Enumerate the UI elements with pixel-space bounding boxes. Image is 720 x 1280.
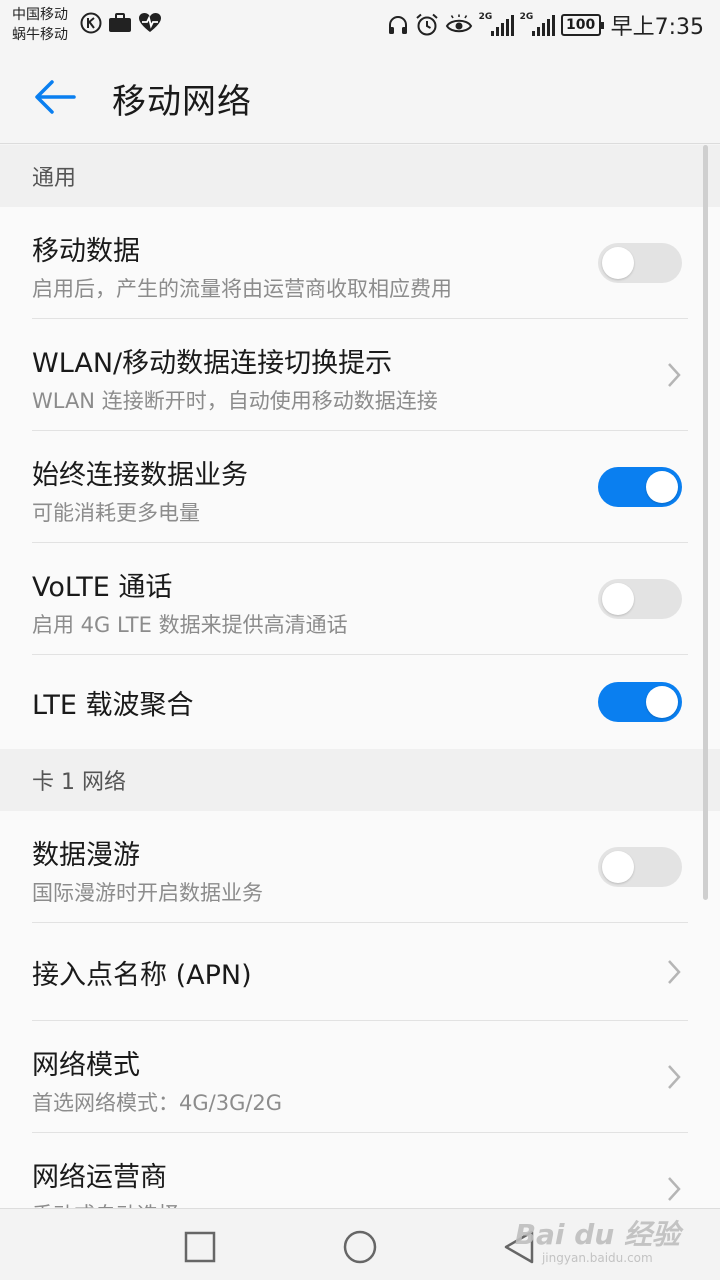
lte-ca-toggle[interactable] [598,682,682,722]
watermark-sub: jingyan.baidu.com [541,1251,653,1265]
setting-wlan-switch-prompt[interactable]: WLAN/移动数据连接切换提示 WLAN 连接断开时，自动使用移动数据连接 [32,319,688,431]
setting-carrier[interactable]: 网络运营商 手动或自动选择 [32,1133,688,1208]
setting-title: 网络模式 [32,1050,140,1081]
alarm-icon [415,13,438,36]
setting-always-on-data[interactable]: 始终连接数据业务 可能消耗更多电量 [32,431,688,543]
heart-rate-icon [139,13,161,32]
setting-subtitle: 首选网络模式：4G/3G/2G [32,1091,283,1115]
status-right-icons: 2G 2G 100 早上7:35 [387,10,704,40]
setting-volte[interactable]: VoLTE 通话 启用 4G LTE 数据来提供高清通话 [32,543,688,655]
briefcase-icon [109,13,131,32]
recent-apps-square-icon[interactable] [180,1227,220,1267]
watermark-main: Bai du 经验 [514,1218,680,1251]
mobile-data-toggle[interactable] [598,242,682,283]
app-bar: 移动网络 [0,50,720,144]
setting-mobile-data[interactable]: 移动数据 启用后，产生的流量将由运营商收取相应费用 [32,207,688,319]
setting-subtitle: 国际漫游时开启数据业务 [32,881,263,905]
setting-title: 移动数据 [32,236,140,267]
network-gen-label: 2G [519,12,534,22]
always-on-data-toggle[interactable] [598,466,682,507]
status-bar: 中国移动 蜗牛移动 2G 2G 100 早上7:35 [0,0,720,50]
chevron-right-icon [668,1064,681,1089]
signal-sim1-icon: 2G [478,12,514,36]
setting-subtitle: WLAN 连接断开时，自动使用移动数据连接 [32,389,438,413]
baidu-watermark: Bai du 经验 jingyan.baidu.com [514,1218,680,1266]
settings-list[interactable]: 通用 移动数据 启用后，产生的流量将由运营商收取相应费用 WLAN/移动数据连接… [0,145,720,1208]
setting-subtitle: 启用后，产生的流量将由运营商收取相应费用 [32,277,452,301]
toggle-knob [602,246,634,279]
battery-icon: 100 [560,14,604,36]
notification-icons [80,12,162,34]
setting-title: 数据漫游 [32,840,140,871]
setting-title: WLAN/移动数据连接切换提示 [32,348,393,379]
k-badge-icon [80,12,102,34]
carrier-1: 中国移动 [12,7,68,23]
back-arrow-icon[interactable] [30,76,80,118]
toggle-knob [602,850,634,883]
setting-title: LTE 载波聚合 [32,690,194,721]
setting-network-mode[interactable]: 网络模式 首选网络模式：4G/3G/2G [32,1021,688,1133]
setting-lte-ca[interactable]: LTE 载波聚合 [32,655,688,749]
setting-subtitle: 可能消耗更多电量 [32,501,200,525]
setting-title: 接入点名称 (APN) [32,960,252,991]
setting-data-roaming[interactable]: 数据漫游 国际漫游时开启数据业务 [32,811,688,923]
volte-toggle[interactable] [598,578,682,619]
setting-subtitle: 启用 4G LTE 数据来提供高清通话 [32,613,348,637]
navigation-bar: Bai du 经验 jingyan.baidu.com [0,1208,720,1280]
eye-comfort-icon [445,14,472,33]
chevron-right-icon [668,959,681,984]
scrollbar[interactable] [703,145,708,900]
toggle-knob [646,470,678,503]
network-gen-label: 2G [478,12,493,22]
setting-title: 始终连接数据业务 [32,460,248,491]
toggle-knob [602,582,634,615]
page-title: 移动网络 [112,82,252,122]
setting-title: 网络运营商 [32,1162,167,1193]
setting-apn[interactable]: 接入点名称 (APN) [32,923,688,1021]
section-header-sim1: 卡 1 网络 [0,749,720,811]
setting-subtitle: 手动或自动选择 [32,1199,179,1208]
headset-icon [388,16,407,34]
chevron-right-icon [668,362,681,387]
clock: 早上7:35 [610,15,704,40]
signal-sim2-icon: 2G [519,12,555,36]
chevron-right-icon [668,1177,681,1201]
carrier-2: 蜗牛移动 [12,27,68,43]
carrier-labels: 中国移动 蜗牛移动 [12,5,68,45]
setting-title: VoLTE 通话 [32,572,173,603]
section-header-general: 通用 [0,145,720,207]
data-roaming-toggle[interactable] [598,846,682,887]
toggle-knob [646,686,678,718]
home-circle-icon[interactable] [340,1227,380,1267]
